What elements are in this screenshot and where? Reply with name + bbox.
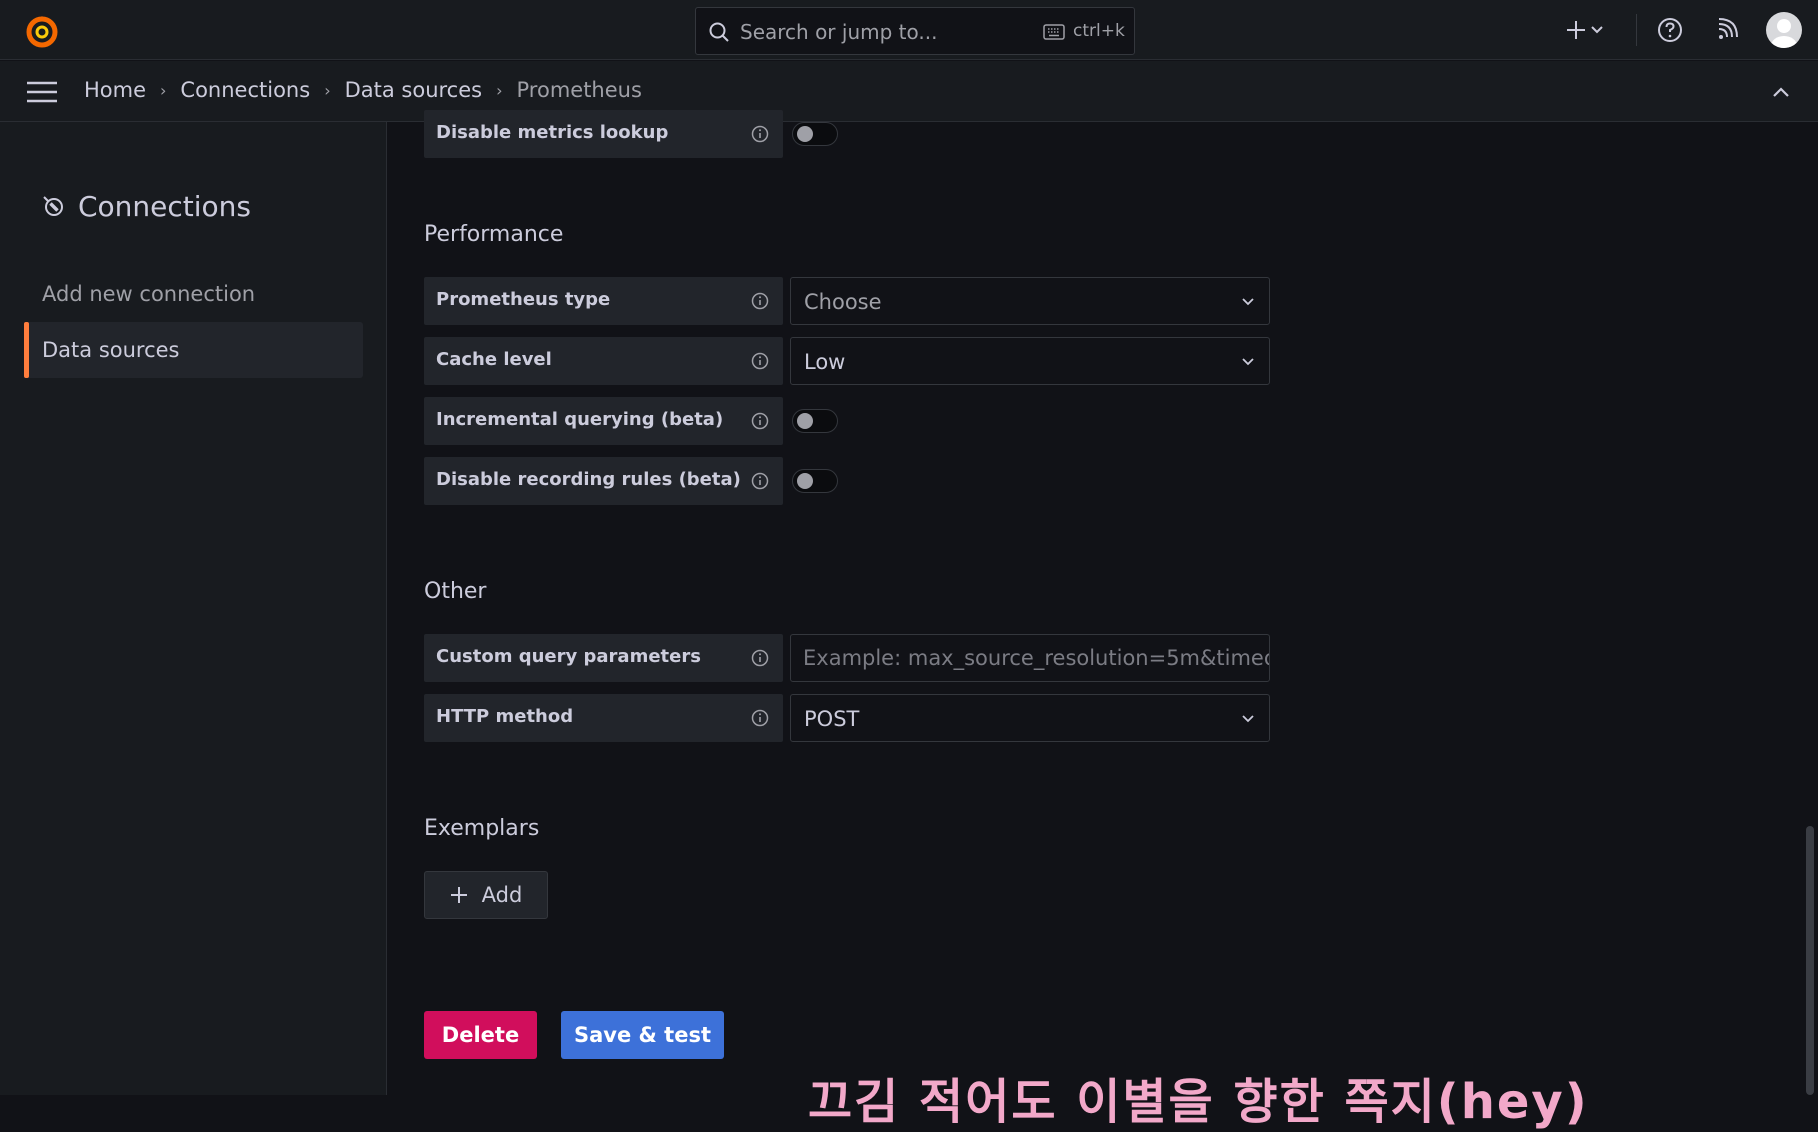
page-scrollbar[interactable] [1806,826,1814,1095]
section-other-title: Other [424,579,487,604]
top-navbar: Search or jump to... ctrl+k [0,0,1818,60]
overlay-caption: 끄김 적어도 이별을 향한 쪽지(hey) [808,1074,1589,1130]
breadcrumb-data-sources[interactable]: Data sources [345,78,483,102]
breadcrumb-prometheus: Prometheus [516,78,642,102]
new-dropdown-button[interactable] [1566,15,1610,45]
sidebar-item-data-sources[interactable]: Data sources [24,322,363,378]
breadcrumb-connections[interactable]: Connections [180,78,310,102]
disable-metrics-lookup-toggle[interactable] [792,122,838,146]
chevron-up-icon[interactable] [1770,81,1792,103]
sidebar-title: Connections [42,190,251,223]
toolbar-divider [1636,14,1637,46]
http-method-select[interactable]: POST [790,694,1270,742]
search-icon [709,22,729,42]
incremental-querying-label: Incremental querying (beta) [424,397,783,445]
breadcrumb: Home › Connections › Data sources › Prom… [84,78,642,102]
info-icon[interactable] [750,124,770,144]
section-performance-title: Performance [424,222,564,247]
user-avatar[interactable] [1766,12,1802,48]
prometheus-type-value: Choose [804,290,882,314]
search-shortcut: ctrl+k [1073,21,1125,41]
info-icon[interactable] [750,351,770,371]
search-placeholder: Search or jump to... [740,20,938,44]
breadcrumb-chevron-icon: › [496,80,503,100]
save-and-test-button[interactable]: Save & test [561,1011,724,1059]
custom-query-parameters-label: Custom query parameters [424,634,783,682]
chevron-down-icon [1242,298,1254,306]
cache-level-label: Cache level [424,337,783,385]
info-icon[interactable] [750,291,770,311]
toggle-knob [797,126,813,142]
toggle-knob [797,413,813,429]
plus-icon [1567,21,1585,39]
section-exemplars-title: Exemplars [424,816,540,841]
info-icon[interactable] [750,648,770,668]
disable-metrics-lookup-label: Disable metrics lookup [424,110,783,158]
incremental-querying-toggle[interactable] [792,409,838,433]
connections-icon [43,195,63,216]
plus-icon [450,887,467,903]
disable-recording-rules-label: Disable recording rules (beta) [424,457,783,505]
breadcrumb-chevron-icon: › [324,80,331,100]
chevron-down-icon [1242,358,1254,366]
main-content: Disable metrics lookup Performance Prome… [388,110,1818,1130]
info-icon[interactable] [750,471,770,491]
news-feed-icon[interactable] [1713,15,1743,45]
chevron-down-icon [1591,26,1603,34]
prometheus-type-label: Prometheus type [424,277,783,325]
add-exemplar-label: Add [481,883,523,907]
cache-level-value: Low [804,350,846,374]
disable-recording-rules-toggle[interactable] [792,469,838,493]
prometheus-type-select[interactable]: Choose [790,277,1270,325]
search-bar[interactable]: Search or jump to... ctrl+k [695,7,1135,55]
sidebar-title-label: Connections [78,190,252,223]
info-icon[interactable] [750,411,770,431]
breadcrumb-bar: Home › Connections › Data sources › Prom… [0,61,1818,122]
http-method-value: POST [804,707,860,731]
breadcrumb-chevron-icon: › [160,80,167,100]
sidebar-item-label: Add new connection [42,282,256,306]
breadcrumb-home[interactable]: Home [84,78,146,102]
sidebar: Connections Add new connection Data sour… [0,122,387,1095]
help-icon[interactable] [1655,15,1685,45]
grafana-logo-icon[interactable] [24,13,60,49]
cache-level-select[interactable]: Low [790,337,1270,385]
toggle-knob [797,473,813,489]
menu-icon[interactable] [26,81,58,103]
sidebar-item-add-new-connection[interactable]: Add new connection [24,266,363,322]
add-exemplar-button[interactable]: Add [424,871,548,919]
chevron-down-icon [1242,715,1254,723]
delete-button[interactable]: Delete [424,1011,537,1059]
http-method-label: HTTP method [424,694,783,742]
custom-query-parameters-input[interactable] [791,635,1269,681]
info-icon[interactable] [750,708,770,728]
keyboard-icon [1043,24,1065,40]
sidebar-item-label: Data sources [42,338,180,362]
custom-query-parameters-field[interactable] [790,634,1270,682]
